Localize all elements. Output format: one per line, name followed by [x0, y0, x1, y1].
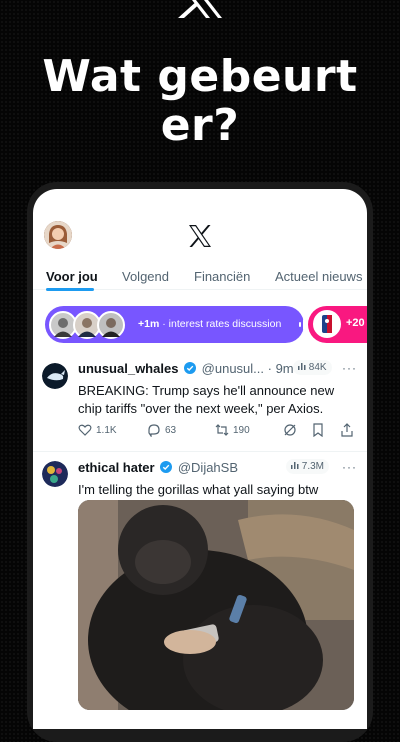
verified-badge-icon — [184, 362, 197, 374]
space-label: +1m · interest rates discussion — [138, 318, 282, 330]
comment-icon — [148, 424, 160, 437]
repost-button[interactable]: 190 — [215, 423, 250, 437]
tweet-views: 84K — [293, 360, 332, 375]
app-screen: Voor jou Volgend Financiën Actueel nieuw… — [33, 189, 367, 729]
space-speaker-avatar — [97, 311, 125, 339]
active-tab-indicator — [46, 288, 94, 291]
tweet-header: ethical hater @DijahSB — [78, 460, 238, 475]
repost-icon — [215, 424, 229, 436]
headline: Wat gebeurt er? — [42, 51, 358, 151]
timeline-tabs: Voor jou Volgend Financiën Actueel nieuw… — [33, 255, 367, 291]
like-count: 1.1K — [96, 424, 117, 436]
x-logo-icon — [189, 225, 211, 247]
share-button[interactable] — [340, 423, 354, 437]
heart-icon — [78, 424, 92, 436]
reply-button[interactable]: 63 — [147, 423, 176, 437]
grok-icon — [284, 424, 296, 436]
bookmark-button[interactable] — [311, 423, 325, 437]
tweet-author-name[interactable]: unusual_whales — [78, 361, 178, 376]
gorilla-video-frame — [78, 500, 354, 710]
tweet-avatar[interactable] — [42, 363, 68, 389]
bookmark-icon — [313, 423, 323, 437]
tweet-divider — [33, 451, 367, 452]
share-icon — [341, 423, 353, 437]
space-count: +20 — [346, 317, 365, 329]
tweet-avatar[interactable] — [42, 461, 68, 487]
top-bar — [33, 189, 367, 255]
more-options-icon[interactable]: ··· — [342, 361, 357, 375]
tweet-time: · 9m — [267, 361, 294, 376]
reply-count: 63 — [165, 424, 177, 436]
x-logo-icon — [178, 0, 222, 18]
verified-badge-icon — [160, 461, 173, 473]
tab-voor-jou[interactable]: Voor jou — [46, 269, 98, 284]
profile-avatar[interactable] — [44, 221, 72, 249]
more-options-icon[interactable]: ··· — [342, 460, 357, 474]
tweet-text: BREAKING: Trump says he'll announce new … — [78, 383, 335, 416]
tweet-views: 7.3M — [286, 459, 330, 474]
space-card-nba[interactable]: +20 — [308, 306, 367, 343]
tab-actueel-nieuws[interactable]: Actueel nieuws — [275, 269, 362, 284]
tweet-header: unusual_whales @unusul... · 9m — [78, 361, 294, 376]
repost-count: 190 — [233, 424, 250, 436]
tweet-text: I'm telling the gorillas what yall sayin… — [78, 482, 319, 497]
tweet-author-handle[interactable]: @unusul... — [202, 361, 264, 376]
profile-avatar-image — [44, 221, 72, 249]
space-nba-avatar — [313, 310, 341, 338]
tweet-actions: 1.1K 63 190 — [78, 423, 358, 439]
space-card-interest-rates[interactable]: +1m · interest rates discussion — [45, 306, 309, 343]
tweet-unusual-whales[interactable]: unusual_whales @unusul... · 9m 84K ··· B… — [33, 360, 367, 456]
tweet-video[interactable] — [78, 500, 354, 710]
tweet-author-handle[interactable]: @DijahSB — [178, 460, 238, 475]
grok-button[interactable] — [283, 423, 297, 437]
views-icon — [298, 363, 306, 370]
tab-financien[interactable]: Financiën — [194, 269, 250, 284]
views-icon — [291, 462, 299, 469]
tweet-views-count: 7.3M — [301, 461, 325, 472]
tweet-author-name[interactable]: ethical hater — [78, 460, 155, 475]
like-button[interactable]: 1.1K — [78, 423, 117, 437]
tab-volgend[interactable]: Volgend — [122, 269, 169, 284]
tweet-views-count: 84K — [308, 362, 327, 373]
